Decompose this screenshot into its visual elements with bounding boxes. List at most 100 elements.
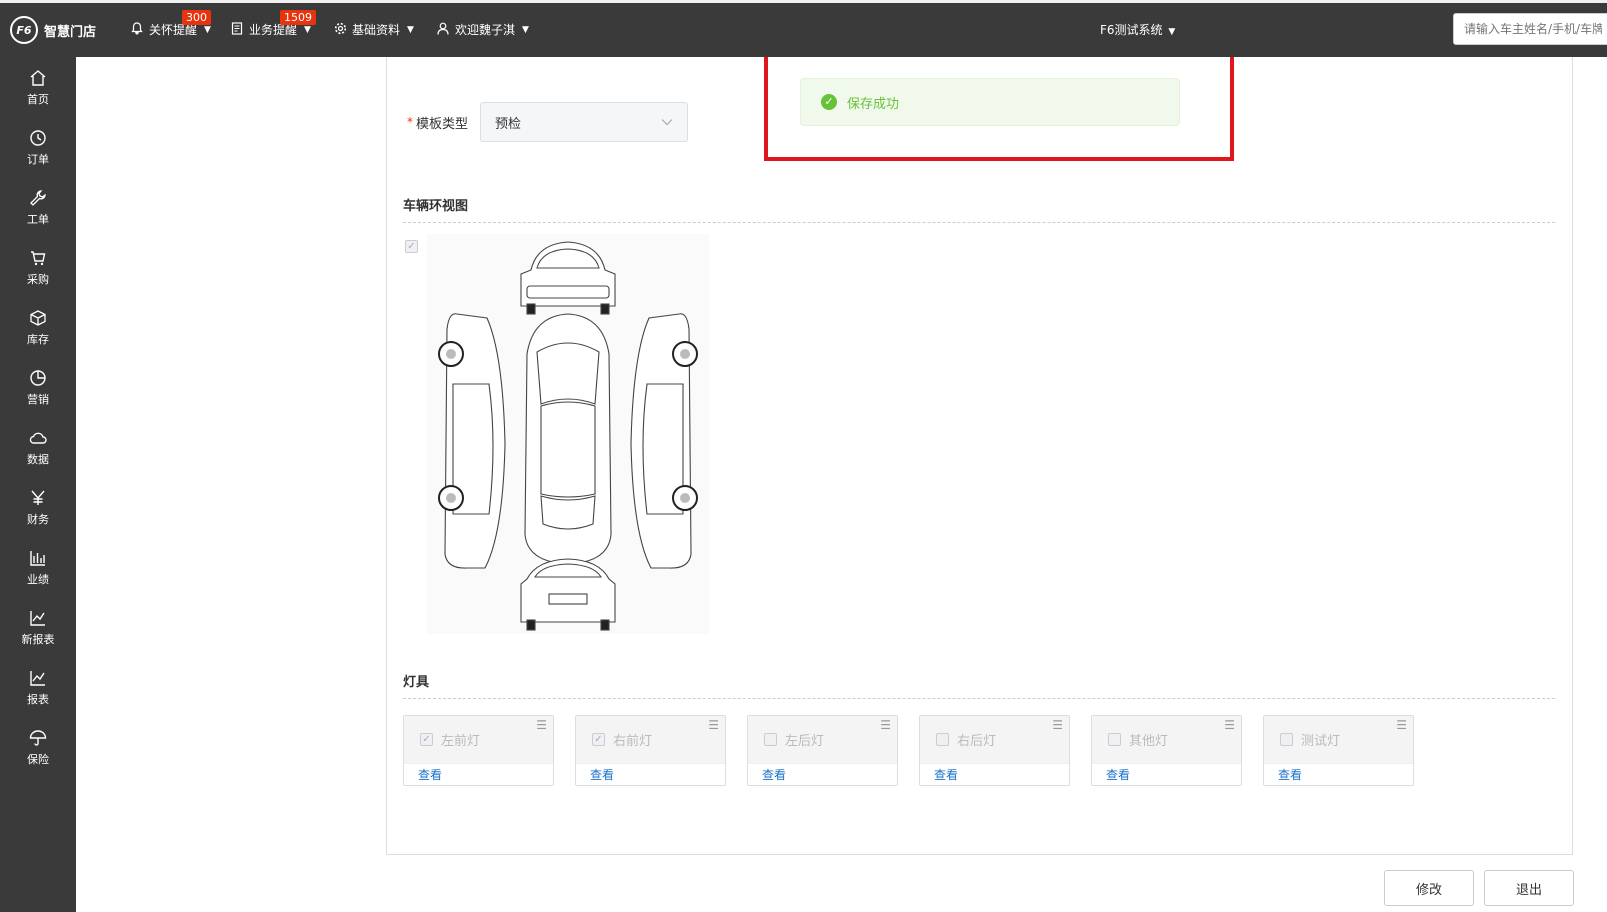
vehicle-view-title: 车辆环视图 [403, 199, 469, 214]
lamp-checkbox[interactable] [936, 733, 949, 746]
drag-handle-icon[interactable]: ☰ [1224, 719, 1235, 731]
lamp-view-link[interactable]: 查看 [418, 766, 442, 783]
chevron-down-icon [661, 115, 673, 129]
lamp-checkbox[interactable] [764, 733, 777, 746]
sidebar-item-marketing[interactable]: 营销 [0, 357, 76, 417]
lamp-name: 左前灯 [441, 734, 481, 749]
lamp-card-other: 其他灯 ☰ 查看 [1091, 715, 1242, 786]
business-reminder-badge: 1509 [280, 10, 316, 25]
lamp-view-link[interactable]: 查看 [1278, 766, 1302, 783]
sidebar-item-workorders[interactable]: 工单 [0, 177, 76, 237]
drag-handle-icon[interactable]: ☰ [1052, 719, 1063, 731]
lamp-view-link[interactable]: 查看 [590, 766, 614, 783]
vehicle-surround-diagram [427, 234, 709, 634]
lamp-checkbox[interactable] [1280, 733, 1293, 746]
caret-down-icon: ▼ [522, 24, 529, 35]
caret-down-icon: ▼ [407, 24, 414, 35]
lamp-card-right-front: ✓ 右前灯 ☰ 查看 [575, 715, 726, 786]
lamp-checkbox[interactable]: ✓ [592, 733, 605, 746]
drag-handle-icon[interactable]: ☰ [536, 719, 547, 731]
lamp-view-link[interactable]: 查看 [934, 766, 958, 783]
lamp-name: 测试灯 [1301, 734, 1341, 749]
nav-business-reminder[interactable]: 业务提醒 ▼ 1509 [230, 10, 316, 38]
required-mark: * [407, 115, 413, 129]
cart-icon [31, 250, 46, 265]
lamp-card-header: ✓ 左前灯 [404, 716, 553, 764]
template-type-row: * 模板类型 预检 [407, 102, 689, 142]
drag-handle-icon[interactable]: ☰ [708, 719, 719, 731]
template-type-select[interactable]: 预检 [480, 102, 689, 142]
lamp-card-right-rear: 右后灯 ☰ 查看 [919, 715, 1070, 786]
sidebar-item-reports[interactable]: 报表 [0, 657, 76, 717]
sidebar-item-data[interactable]: 数据 [0, 417, 76, 477]
drag-handle-icon[interactable]: ☰ [880, 719, 891, 731]
sidebar-item-label: 报表 [27, 692, 49, 706]
sidebar-item-purchase[interactable]: 采购 [0, 237, 76, 297]
care-reminder-badge: 300 [182, 10, 211, 25]
sidebar-item-inventory[interactable]: 库存 [0, 297, 76, 357]
umbrella-icon [29, 729, 47, 746]
success-check-icon: ✓ [821, 94, 837, 110]
caret-down-icon: ▼ [304, 24, 311, 35]
line-chart-icon [30, 610, 45, 626]
cloud-icon [29, 432, 47, 444]
lamp-view-link[interactable]: 查看 [1106, 766, 1130, 783]
caret-down-icon: ▼ [1168, 27, 1176, 37]
lamp-list: ✓ 左前灯 ☰ 查看 ✓ 右前灯 ☰ 查看 左后灯 ☰ 查看 右后灯 ☰ 查看 … [403, 715, 1414, 786]
section-divider [403, 698, 1555, 699]
sidebar-item-label: 财务 [27, 512, 49, 526]
document-icon [230, 21, 244, 38]
lamp-card-left-front: ✓ 左前灯 ☰ 查看 [403, 715, 554, 786]
sidebar-item-label: 保险 [27, 752, 49, 766]
sidebar-item-new-reports[interactable]: 新报表 [0, 597, 76, 657]
lamp-view-link[interactable]: 查看 [762, 766, 786, 783]
modify-button[interactable]: 修改 [1384, 870, 1474, 906]
lamps-title: 灯具 [403, 675, 430, 690]
vehicle-view-checkbox[interactable]: ✓ [405, 240, 418, 253]
sidebar-item-performance[interactable]: 业绩 [0, 537, 76, 597]
nav-user-menu[interactable]: 欢迎魏子淇 ▼ [436, 21, 529, 38]
logo[interactable]: F6 智慧门店 [10, 16, 96, 44]
pie-chart-icon [30, 369, 46, 386]
lamp-card-header: ✓ 右前灯 [576, 716, 725, 764]
bar-chart-icon [30, 550, 45, 566]
lamp-card-header: 左后灯 [748, 716, 897, 764]
customer-search-input[interactable] [1453, 13, 1607, 45]
sidebar-item-label: 订单 [27, 152, 49, 166]
lamp-card-left-rear: 左后灯 ☰ 查看 [747, 715, 898, 786]
template-panel: * 模板类型 预检 车辆环视图 ✓ 灯具 ✓ 左前灯 ☰ 查看 ✓ 右前灯 ☰ … [386, 57, 1573, 855]
sidebar-item-label: 工单 [27, 212, 49, 226]
sidebar-item-orders[interactable]: 订单 [0, 117, 76, 177]
nav-care-reminder[interactable]: 关怀提醒 ▼ 300 [130, 10, 211, 38]
sidebar-item-home[interactable]: 首页 [0, 57, 76, 117]
template-type-value: 预检 [495, 116, 522, 132]
lamp-name: 右后灯 [957, 734, 997, 749]
lamp-card-header: 测试灯 [1264, 716, 1413, 764]
nav-basic-data[interactable]: 基础资料 ▼ [333, 21, 414, 38]
toast-message: 保存成功 [847, 96, 900, 112]
sidebar-item-insurance[interactable]: 保险 [0, 717, 76, 777]
lamp-card-header: 右后灯 [920, 716, 1069, 764]
bell-icon [130, 21, 144, 38]
drag-handle-icon[interactable]: ☰ [1396, 719, 1407, 731]
nav-user-label: 欢迎魏子淇 [455, 23, 516, 37]
sidebar-item-label: 采购 [27, 272, 49, 286]
sidebar-item-finance[interactable]: 财务 [0, 477, 76, 537]
sidebar-item-label: 首页 [27, 92, 49, 106]
sidebar: 首页 订单 工单 采购 库存 营销 数据 财务 业绩 新报表 报表 保险 [0, 57, 76, 912]
nav-basic-data-label: 基础资料 [352, 23, 401, 37]
lamp-card-header: 其他灯 [1092, 716, 1241, 764]
caret-down-icon: ▼ [204, 24, 211, 35]
lamp-name: 其他灯 [1129, 734, 1169, 749]
exit-button[interactable]: 退出 [1484, 870, 1574, 906]
box-icon [30, 309, 46, 326]
sidebar-item-label: 库存 [27, 332, 49, 346]
sidebar-item-label: 营销 [27, 392, 49, 406]
home-icon [30, 69, 46, 86]
sidebar-item-label: 新报表 [21, 632, 55, 646]
lamp-checkbox[interactable] [1108, 733, 1121, 746]
lamp-checkbox[interactable]: ✓ [420, 733, 433, 746]
system-switcher[interactable]: F6测试系统 ▼ [1100, 21, 1175, 38]
template-type-label: 模板类型 [416, 116, 469, 132]
lamp-name: 右前灯 [613, 734, 653, 749]
